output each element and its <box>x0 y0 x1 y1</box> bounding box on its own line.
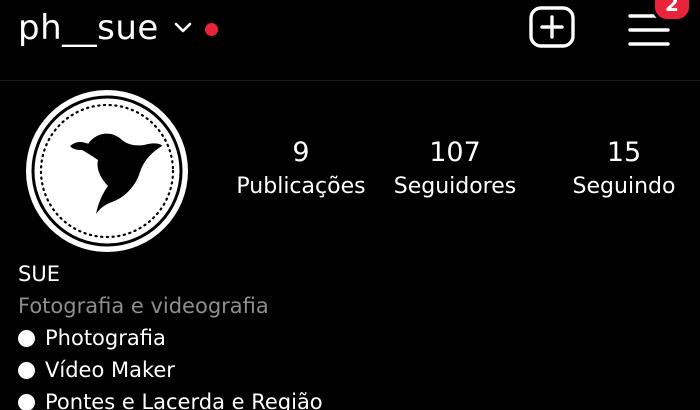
bio-line-text: Pontes e Lacerda e Região <box>45 390 323 410</box>
chevron-down-icon <box>174 22 192 33</box>
profile-page: ph__sue 2 9 Publicações 107 Seguidores 1… <box>0 0 700 410</box>
bio-line-text: Vídeo Maker <box>45 358 175 382</box>
top-bar: ph__sue 2 <box>0 0 700 81</box>
menu-badge: 2 <box>652 0 692 22</box>
account-switcher[interactable]: ph__sue <box>18 6 218 50</box>
bio-line: Photografia <box>18 322 323 354</box>
bio-line: Vídeo Maker <box>18 354 323 386</box>
profile-category: Fotografia e videografia <box>18 294 269 318</box>
bio: SUE Fotografia e videografia Photografia… <box>18 258 323 410</box>
bird-icon <box>31 95 183 247</box>
bullet-icon <box>18 361 35 379</box>
notification-dot <box>204 22 218 36</box>
stat-label: Seguindo <box>572 174 676 199</box>
stat-seguindo[interactable]: 15 Seguindo <box>544 138 700 202</box>
avatar[interactable] <box>26 90 188 252</box>
stat-seguidores[interactable]: 107 Seguidores <box>375 138 535 202</box>
stat-publicacoes[interactable]: 9 Publicações <box>221 138 381 202</box>
profile-name: SUE <box>18 262 60 286</box>
plus-square-icon[interactable] <box>528 5 576 49</box>
bio-line: Pontes e Lacerda e Região <box>18 386 323 410</box>
username: ph__sue <box>18 8 159 48</box>
bullet-icon <box>18 329 35 347</box>
stat-label: Publicações <box>236 174 366 199</box>
stat-label: Seguidores <box>393 174 517 199</box>
stat-value: 107 <box>429 137 481 168</box>
stat-value: 9 <box>292 137 310 168</box>
stat-value: 15 <box>606 137 642 168</box>
bullet-icon <box>18 393 35 410</box>
bio-line-text: Photografia <box>45 326 166 350</box>
